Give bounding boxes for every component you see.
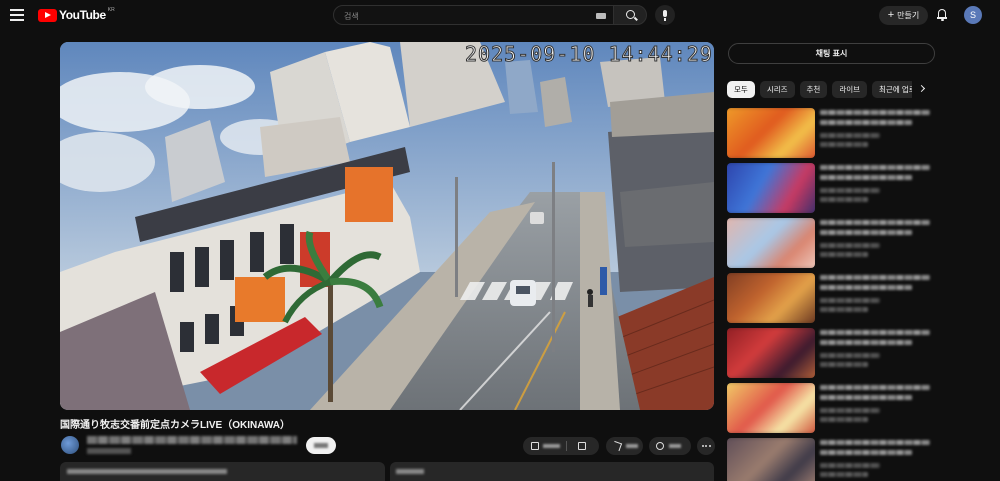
clip-button[interactable] [649, 437, 691, 455]
create-label: 만들기 [897, 11, 920, 20]
logo-country-code: KR [107, 7, 115, 13]
top-bar: YouTube KR + 만들기 S [0, 0, 1000, 30]
video-thumbnail-blurred[interactable] [727, 438, 815, 481]
subscribe-button[interactable] [306, 437, 336, 454]
recommended-videos-list [727, 108, 933, 481]
like-count-blurred [543, 444, 560, 448]
chip-series[interactable]: 시리즈 [759, 81, 795, 98]
microphone-icon [663, 10, 667, 21]
video-thumbnail-blurred[interactable] [727, 108, 815, 158]
menu-icon[interactable] [10, 9, 24, 21]
filter-chips: 모두 시리즈 추천 라이브 최근에 업로드된 동영상 [727, 81, 912, 98]
video-thumbnail-blurred[interactable] [727, 163, 815, 213]
recommended-video-item[interactable] [727, 328, 933, 383]
chip-live[interactable]: 라이브 [832, 81, 868, 98]
search-input[interactable] [344, 9, 584, 23]
create-button[interactable]: + 만들기 [879, 6, 928, 25]
recommended-video-item[interactable] [727, 108, 933, 163]
more-actions-button[interactable] [697, 437, 715, 455]
video-thumbnail-blurred[interactable] [727, 328, 815, 378]
chips-scroll-next-button[interactable] [917, 83, 929, 95]
camera-timestamp-overlay: 2025-09-10 14:44:29 [465, 42, 713, 67]
video-player[interactable]: 2025-09-10 14:44:29 [60, 42, 714, 410]
recommended-video-item[interactable] [727, 273, 933, 328]
scissors-icon [656, 442, 664, 450]
live-camera-frame [60, 42, 714, 410]
video-thumbnail-blurred[interactable] [727, 383, 815, 433]
youtube-logo[interactable]: YouTube KR [38, 7, 115, 22]
voice-search-button[interactable] [655, 5, 675, 25]
channel-avatar[interactable] [61, 436, 79, 454]
youtube-play-logo-icon [38, 8, 57, 22]
more-horizontal-icon [701, 445, 711, 447]
like-divider [566, 441, 567, 451]
share-icon [611, 440, 623, 452]
description-box[interactable] [60, 462, 385, 481]
like-button-thumb-up-icon[interactable] [531, 442, 539, 450]
clip-label-blurred [669, 444, 681, 448]
video-thumbnail-blurred[interactable] [727, 218, 815, 268]
video-title: 国際通り牧志交番前定点カメラLIVE（OKINAWA） [60, 420, 291, 431]
chat-replay-box[interactable] [390, 462, 714, 481]
logo-text: YouTube [59, 8, 106, 22]
account-avatar[interactable]: S [964, 6, 982, 24]
plus-icon: + [887, 9, 895, 21]
notifications-bell-icon[interactable] [937, 8, 947, 21]
video-thumbnail-blurred[interactable] [727, 273, 815, 323]
dislike-button-thumb-down-icon[interactable] [578, 442, 586, 450]
share-label-blurred [626, 444, 638, 448]
search-icon [626, 10, 635, 19]
like-dislike-group [523, 437, 599, 455]
chevron-right-icon [917, 84, 926, 93]
recommended-video-item[interactable] [727, 163, 933, 218]
subscriber-count-blurred [87, 448, 131, 454]
keyboard-icon[interactable] [596, 13, 606, 19]
recommended-video-item[interactable] [727, 383, 933, 438]
channel-name-blurred[interactable] [87, 436, 297, 444]
chip-recently-uploaded[interactable]: 최근에 업로드된 동영상 [872, 81, 912, 98]
share-button[interactable] [606, 437, 643, 455]
search-box [333, 5, 614, 25]
chip-recommended[interactable]: 추천 [799, 81, 828, 98]
show-chat-button[interactable]: 채팅 표시 [728, 43, 935, 64]
recommended-video-item[interactable] [727, 218, 933, 273]
search-button[interactable] [613, 5, 647, 25]
recommended-video-item[interactable] [727, 438, 933, 481]
chip-all[interactable]: 모두 [727, 81, 755, 98]
